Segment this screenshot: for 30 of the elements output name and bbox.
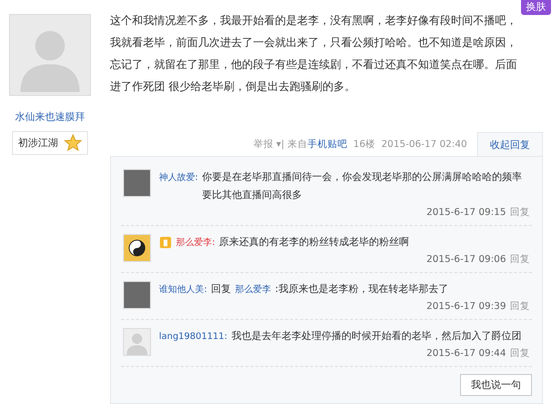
username-link[interactable]: 那么爱李 <box>235 281 272 299</box>
username-link[interactable]: 水仙来也速膜拜 <box>15 110 85 124</box>
reply-time: 2015-6-17 09:39 <box>426 300 506 314</box>
reply-time: 2015-6-17 09:44 <box>426 347 506 361</box>
floor-number: 16楼 <box>353 138 376 150</box>
reply-time: 2015-6-17 09:06 <box>426 253 506 267</box>
username-link[interactable]: lang19801111: <box>159 328 228 346</box>
source-label: | 来自 <box>281 138 308 150</box>
rank-label: 初涉江湖 <box>18 136 58 150</box>
star-icon <box>64 134 82 152</box>
skin-button[interactable]: 换肤 <box>521 0 551 15</box>
comment-button[interactable]: 我也说一句 <box>460 374 532 396</box>
vip-icon <box>159 236 172 249</box>
reply-text: 我也是去年老李处理停播的时候开始看的老毕，然后加入了爵位团 <box>231 330 522 344</box>
reply-label: 回复 <box>211 283 232 297</box>
report-link[interactable]: 举报 ▾ <box>253 138 282 150</box>
collapse-replies-tab[interactable]: 收起回复 <box>477 132 543 156</box>
source-link[interactable]: 手机贴吧 <box>307 138 348 150</box>
post-text: 这个和我情况差不多，我最开始看的是老李，没有黑啊，老李好像有段时间不播吧，我就看老毕，前面几次进去了一会就出来了，只看公频打哈哈。也不知道是啥原因，忘记了，就留在了那里，他的段子有些是连续剧，不看过还真不知道笑点在哪。后面进了作死团 很少给老毕刷，倒是出去跑骚刷的多。 <box>110 13 518 95</box>
username-link[interactable]: 谁知他人美: <box>159 281 208 299</box>
post-time: 2015-06-17 02:40 <box>381 138 467 150</box>
reply-time: 2015-6-17 09:15 <box>426 206 506 220</box>
reply-text: :我原来也是老李粉，现在转老毕那去了 <box>275 282 450 297</box>
reply-text: 原来还真的有老李的粉丝转成老毕的粉丝啊 <box>219 236 410 250</box>
username-link[interactable]: 那么爱李: <box>176 234 216 252</box>
username-link[interactable]: 神人故爱: <box>159 169 198 187</box>
yin-yang-avatar[interactable] <box>123 234 151 262</box>
photo-placeholder[interactable] <box>123 169 151 197</box>
reply-text: 你要是在老毕那直播间待一会，你会发现老毕那的公屏满屏哈哈哈的频率要比其他直播间高很多 <box>202 170 524 203</box>
photo-placeholder[interactable] <box>123 281 151 309</box>
